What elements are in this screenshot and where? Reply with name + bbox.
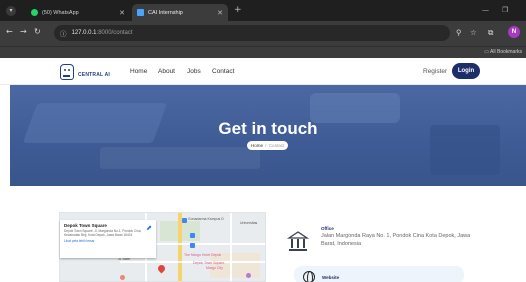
bookmark-star-icon[interactable]: ☆: [470, 28, 477, 37]
website-label: Website: [322, 275, 340, 280]
breadcrumb-separator: /: [265, 143, 267, 148]
nav-link-home[interactable]: Home: [130, 68, 147, 75]
website-card: Website: [294, 266, 464, 282]
zoom-icon[interactable]: ⚲: [456, 28, 462, 37]
breadcrumb-home-link[interactable]: Home: [251, 143, 263, 148]
map-road: [230, 213, 232, 281]
nav-link-contact[interactable]: Contact: [212, 68, 234, 75]
site-navbar: CENTRAL AI Home About Jobs Contact Regis…: [0, 58, 526, 85]
map-transit-icon: [190, 233, 195, 238]
browser-tab-cai-internship[interactable]: CAI Internship ✕: [132, 4, 228, 21]
url-host: 127.0.0.1: [71, 30, 97, 36]
map-label: Depok Town Square: [193, 261, 225, 265]
office-label: Office: [321, 226, 334, 231]
map-label: The Margo Hotel Depok: [184, 253, 222, 257]
map-place-card: Depok Town Square Depok Town Square, Jl.…: [60, 220, 156, 258]
whatsapp-favicon-icon: [31, 9, 38, 16]
browser-tab-whatsapp[interactable]: (50) WhatsApp ✕: [26, 4, 130, 21]
url-path: :8000/contact: [96, 30, 133, 36]
all-bookmarks-button[interactable]: ▭ All Bookmarks: [484, 49, 522, 55]
nav-link-about[interactable]: About: [158, 68, 175, 75]
map-poi-icon: [120, 275, 125, 280]
map-label: Margo City: [206, 266, 223, 270]
globe-icon: [303, 271, 315, 282]
directions-icon[interactable]: ⬈: [146, 224, 152, 232]
robot-logo-icon: [60, 64, 74, 80]
place-title: Depok Town Square: [64, 223, 107, 228]
map-transit-icon: [190, 243, 195, 248]
browser-toolbar: ← → ↻ ⓘ 127.0.0.1:8000/contact ⚲ ☆ ⧉ N: [0, 21, 526, 46]
breadcrumb: Home / Contact: [247, 141, 289, 150]
tab-title: CAI Internship: [148, 9, 183, 16]
login-button[interactable]: Login: [452, 63, 480, 79]
nav-link-jobs[interactable]: Jobs: [187, 68, 201, 75]
close-tab-icon[interactable]: ✕: [119, 9, 125, 17]
map-poi-icon: [246, 273, 251, 278]
bank-building-svg: [286, 231, 310, 251]
hero-banner: Get in touch Home / Contact: [10, 85, 526, 186]
map-label: Universitas: [240, 221, 258, 225]
browser-tab-bar: ▾ (50) WhatsApp ✕ CAI Internship ✕ + — ❐: [0, 0, 526, 21]
site-favicon-icon: [137, 9, 144, 16]
folder-icon: ▭: [484, 49, 489, 55]
register-link[interactable]: Register: [423, 68, 447, 75]
minimize-icon[interactable]: —: [482, 6, 489, 14]
new-tab-button[interactable]: +: [234, 5, 242, 15]
hero-photo-shape: [100, 147, 260, 169]
forward-arrow-icon[interactable]: →: [20, 28, 27, 36]
back-arrow-icon[interactable]: ←: [6, 28, 13, 36]
tab-title: (50) WhatsApp: [42, 9, 79, 16]
maximize-icon[interactable]: ❐: [502, 6, 508, 14]
all-bookmarks-label: All Bookmarks: [490, 49, 522, 55]
extensions-icon[interactable]: ⧉: [488, 28, 493, 38]
place-address: Depok Town Square, Jl. Margonda No.1, Po…: [64, 229, 142, 237]
close-tab-icon[interactable]: ✕: [217, 9, 223, 17]
map-location-pin-icon[interactable]: [156, 263, 167, 274]
larger-map-link[interactable]: Lihat peta lebih besar: [64, 239, 152, 243]
bookmarks-bar: ▭ All Bookmarks: [0, 46, 526, 58]
bank-building-icon: [286, 230, 310, 252]
map-label: Gunadarma Kampus D: [188, 217, 224, 221]
page-title: Get in touch: [218, 119, 318, 138]
address-bar[interactable]: ⓘ 127.0.0.1:8000/contact: [54, 25, 450, 41]
breadcrumb-current: Contact: [268, 143, 285, 148]
profile-avatar[interactable]: N: [508, 26, 520, 38]
reload-icon[interactable]: ↻: [34, 28, 41, 36]
office-info: Office Jalan Margonda Raya No. 1, Pondok…: [286, 226, 476, 252]
logo-name: CENTRAL AI: [78, 72, 110, 78]
tab-search-icon[interactable]: ▾: [6, 6, 16, 16]
map-main-road: [178, 213, 182, 281]
map-transit-icon: [182, 218, 187, 223]
office-address: Jalan Margonda Raya No. 1, Pondok Cina K…: [321, 233, 471, 247]
site-logo[interactable]: CENTRAL AI: [60, 63, 110, 81]
site-info-icon[interactable]: ⓘ: [60, 28, 67, 38]
